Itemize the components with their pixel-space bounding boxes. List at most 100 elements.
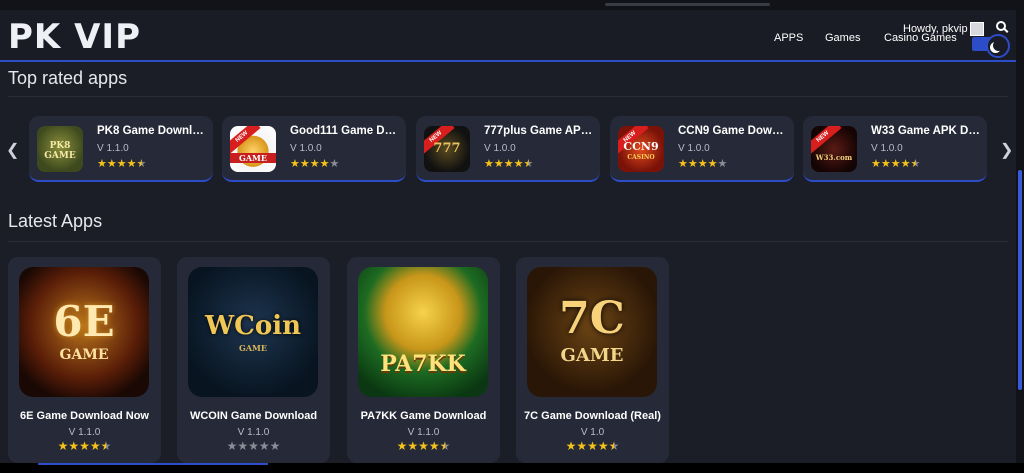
star-rating: ★★★★★ [97,158,146,170]
app-thumbnail: WCoin GAME [188,267,318,397]
top-rated-card[interactable]: PK8 GAME PK8 Game Download V 1.1.0 ★★★★★ [29,116,213,182]
star-icon: ★ [880,158,891,170]
app-name: 7C Game Download (Real) [524,410,661,422]
thumb-text: GAME [230,153,276,163]
scrollbar-thumb[interactable] [1018,170,1022,390]
star-icon: ★ [100,439,112,453]
app-name: PA7KK Game Download [360,410,487,422]
star-rating: ★★★★★ [177,440,330,452]
star-icon: ★ [89,439,101,453]
app-thumbnail: 7C GAME [527,267,657,397]
star-icon: ★ [116,158,127,170]
thumb-text: W33.com [815,153,853,162]
browser-top-strip [0,0,1024,10]
star-icon: ★ [79,439,90,453]
star-icon: ★ [106,158,117,170]
star-icon: ★ [687,158,698,170]
star-rating: ★★★★★ [8,440,161,452]
top-rated-card[interactable]: NEW W33.com W33 Game APK Download V 1.0.… [803,116,987,182]
star-icon: ★ [299,158,310,170]
star-icon: ★ [258,439,270,453]
app-thumbnail: NEW CCN9 CASINO [618,126,664,172]
search-icon[interactable] [996,21,1006,31]
site-logo[interactable]: PK VIP [8,18,141,56]
latest-apps-title: Latest Apps [8,211,103,231]
app-version: V 1.1.0 [68,427,101,438]
star-icon: ★ [237,439,249,453]
star-icon: ★ [319,158,330,170]
app-version: V 1.0.0 [290,143,322,154]
app-name: Good111 Game Download [290,125,402,137]
star-icon: ★ [309,158,320,170]
tab-placeholder [605,3,770,6]
latest-app-card[interactable]: WCoin GAME WCOIN Game Download V 1.1.0 ★… [177,257,330,463]
app-thumbnail: NEW GAME [230,126,276,172]
thumb-subtext: GAME [560,345,624,366]
star-icon: ★ [97,158,107,170]
star-icon: ★ [503,158,514,170]
top-rated-card[interactable]: NEW GAME Good111 Game Download V 1.0.0 ★… [222,116,406,182]
star-icon: ★ [513,158,524,170]
thumb-text: WCoin [204,311,301,341]
nav-games[interactable]: Games [825,32,860,44]
latest-app-card[interactable]: 7C GAME 7C Game Download (Real) V 1.0 ★★… [516,257,669,463]
app-name: 6E Game Download Now [20,410,149,422]
thumb-text: PA7KK [380,351,466,377]
star-rating: ★★★★★ [484,158,533,170]
app-version: V 1.1.0 [97,143,129,154]
underline-accent [38,463,268,465]
top-rated-card[interactable]: NEW CCN9 CASINO CCN9 Game Download V 1.0… [610,116,794,182]
top-rated-card[interactable]: NEW 777 777plus Game APK Download V 1.0.… [416,116,600,182]
star-icon: ★ [68,439,80,453]
star-icon: ★ [678,158,688,170]
star-icon: ★ [707,158,718,170]
star-icon: ★ [493,158,504,170]
star-icon: ★ [57,439,69,453]
chevron-right-icon[interactable]: ❯ [1000,140,1013,160]
star-rating: ★★★★★ [347,440,500,452]
star-icon: ★ [597,439,609,453]
app-name: W33 Game APK Download [871,125,983,137]
app-thumbnail: 6E GAME [19,267,149,397]
section-divider [8,241,1008,242]
app-name: 777plus Game APK Download [484,125,596,137]
moon-icon [986,34,1010,58]
thumb-text: 7C [559,293,625,344]
thumb-subtext: GAME [59,347,109,363]
star-icon: ★ [565,439,577,453]
app-thumbnail: NEW 777 [424,126,470,172]
app-version: V 1.0.0 [678,143,710,154]
section-divider [8,96,1008,97]
star-icon: ★ [418,439,429,453]
latest-app-card[interactable]: PA7KK PA7KK Game Download V 1.1.0 ★★★★★ [347,257,500,463]
latest-app-card[interactable]: 6E GAME 6E Game Download Now V 1.1.0 ★★★… [8,257,161,463]
site-header: PK VIP APPS Games Casino Games Howdy, pk… [0,10,1016,62]
star-icon: ★ [226,439,238,453]
theme-toggle-icon[interactable] [972,34,1012,58]
nav-apps[interactable]: APPS [774,32,803,44]
star-icon: ★ [407,439,419,453]
thumb-subtext: GAME [239,343,267,353]
star-icon: ★ [576,439,588,453]
star-icon: ★ [290,158,300,170]
page-scrollbar[interactable] [1016,10,1024,473]
thumb-text: CCN9 [623,140,659,153]
app-version: V 1.0.0 [871,143,903,154]
star-rating: ★★★★★ [871,158,920,170]
star-rating: ★★★★★ [290,158,339,170]
user-greeting[interactable]: Howdy, pkvip [903,23,968,35]
app-name: PK8 Game Download [97,125,209,137]
new-ribbon: NEW [230,126,261,154]
chevron-left-icon[interactable]: ❮ [6,140,19,160]
star-icon: ★ [396,439,408,453]
thumb-text: PK8 GAME [44,141,76,161]
app-thumbnail: NEW W33.com [811,126,857,172]
star-icon: ★ [587,439,598,453]
app-name: CCN9 Game Download [678,125,790,137]
star-icon: ★ [697,158,708,170]
star-icon: ★ [900,158,911,170]
star-icon: ★ [269,439,281,453]
star-icon: ★ [523,158,534,170]
star-icon: ★ [871,158,881,170]
star-icon: ★ [329,158,340,170]
